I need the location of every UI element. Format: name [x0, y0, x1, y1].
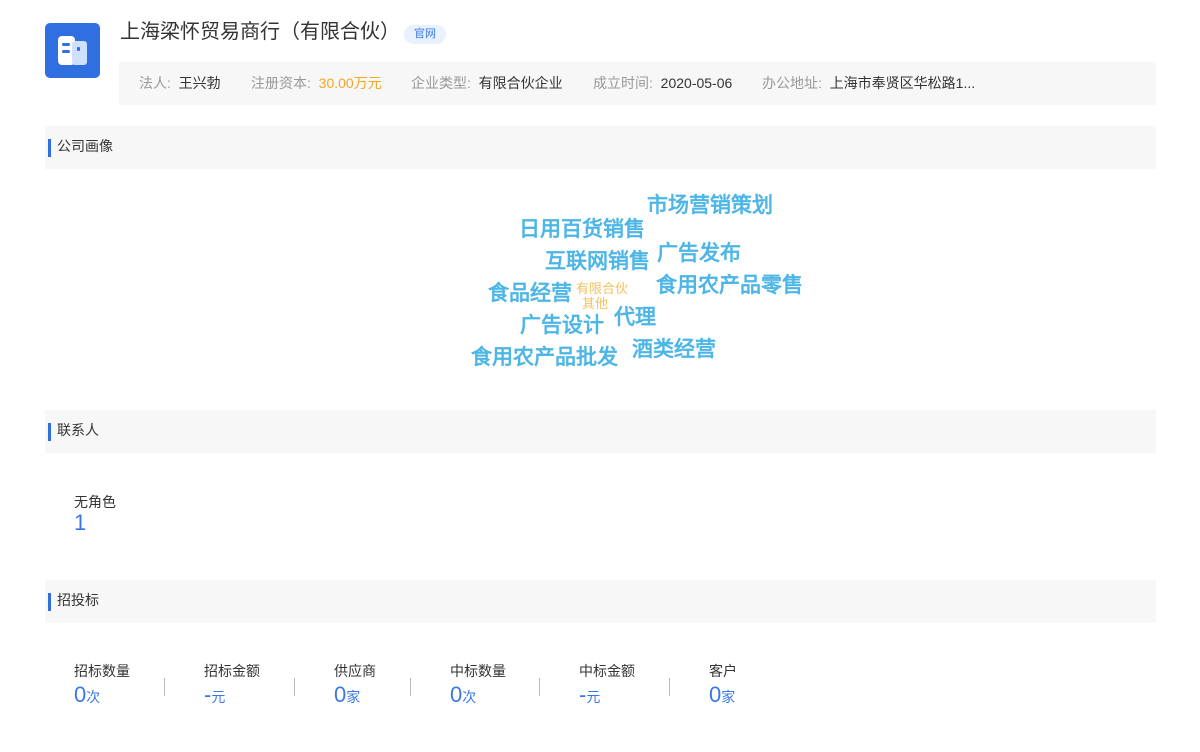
company-name: 上海梁怀贸易商行（有限合伙） [120, 21, 400, 43]
address-value: 上海市奉贤区华松路1... [829, 75, 976, 91]
stat-unit: 元 [211, 689, 226, 705]
stat-customers[interactable]: 客户 0家 [709, 662, 737, 708]
stat-value: 0 [74, 682, 87, 707]
section-header-profile: 公司画像 [45, 126, 1156, 169]
stat-divider [539, 678, 540, 696]
stat-label: 客户 [709, 663, 737, 679]
company-logo [45, 23, 100, 78]
word-cloud-item: 有限合伙 [576, 281, 628, 296]
founded-label: 成立时间: [593, 75, 653, 91]
word-cloud-item: 广告设计 [520, 313, 604, 337]
section-accent-bar [48, 139, 51, 157]
stat-value: 0 [334, 682, 347, 707]
legal-rep-item: 法人: 王兴勃 [139, 62, 221, 105]
word-cloud-item: 市场营销策划 [647, 193, 773, 217]
stat-label: 招标数量 [74, 663, 130, 679]
word-cloud-item: 日用百货销售 [519, 217, 645, 241]
company-info-bar: 法人: 王兴勃 注册资本: 30.00万元 企业类型: 有限合伙企业 成立时间:… [119, 62, 1156, 105]
capital-label: 注册资本: [251, 75, 311, 91]
word-cloud-item: 食品经营 [488, 281, 572, 305]
stat-win-count[interactable]: 中标数量 0次 [450, 662, 506, 708]
word-cloud-item: 代理 [613, 306, 656, 329]
stat-unit: 家 [346, 689, 361, 705]
company-type-item: 企业类型: 有限合伙企业 [411, 62, 563, 105]
section-title-profile: 公司画像 [57, 138, 113, 154]
legal-rep-label: 法人: [139, 75, 171, 91]
capital-item: 注册资本: 30.00万元 [251, 62, 382, 105]
stat-win-amount[interactable]: 中标金额 -元 [579, 662, 635, 708]
section-title-contacts: 联系人 [57, 422, 99, 438]
stat-label: 中标金额 [579, 663, 635, 679]
address-item: 办公地址: 上海市奉贤区华松路1... [762, 62, 975, 105]
building-icon [58, 36, 87, 65]
address-label: 办公地址: [762, 75, 822, 91]
stat-unit: 元 [586, 689, 601, 705]
stat-label: 供应商 [334, 663, 376, 679]
stat-bid-count[interactable]: 招标数量 0次 [74, 662, 130, 708]
stat-divider [669, 678, 670, 696]
contact-role-label: 无角色 [74, 494, 116, 510]
company-type-value: 有限合伙企业 [478, 75, 563, 91]
legal-rep-value[interactable]: 王兴勃 [179, 75, 221, 91]
word-cloud: 市场营销策划 日用百货销售 互联网销售 广告发布 食品经营 有限合伙 其他 食用… [471, 193, 803, 369]
stat-divider [164, 678, 165, 696]
official-website-badge[interactable]: 官网 [404, 25, 446, 44]
company-type-label: 企业类型: [411, 75, 471, 91]
stat-unit: 家 [721, 689, 736, 705]
stat-unit: 次 [86, 689, 101, 705]
stat-label: 中标数量 [450, 663, 506, 679]
stat-value: 0 [450, 682, 463, 707]
section-header-contacts: 联系人 [45, 410, 1156, 453]
stat-unit: 次 [462, 689, 477, 705]
word-cloud-item: 食用农产品零售 [656, 273, 803, 297]
stat-label: 招标金额 [204, 663, 260, 679]
stat-divider [410, 678, 411, 696]
word-cloud-item: 其他 [582, 296, 608, 311]
stat-value: 0 [709, 682, 722, 707]
word-cloud-item: 互联网销售 [545, 249, 650, 273]
stat-bid-amount[interactable]: 招标金额 -元 [204, 662, 260, 708]
founded-item: 成立时间: 2020-05-06 [593, 62, 732, 105]
section-accent-bar [48, 423, 51, 441]
contact-role-count[interactable]: 1 [74, 510, 86, 536]
section-header-bidding: 招投标 [45, 580, 1156, 623]
capital-value: 30.00万元 [318, 75, 382, 91]
word-cloud-item: 广告发布 [657, 241, 741, 265]
word-cloud-item: 酒类经营 [632, 337, 716, 361]
word-cloud-item: 食用农产品批发 [471, 345, 619, 369]
section-accent-bar [48, 593, 51, 611]
section-title-bidding: 招投标 [57, 592, 99, 608]
founded-value: 2020-05-06 [660, 75, 733, 91]
stat-divider [294, 678, 295, 696]
stat-suppliers[interactable]: 供应商 0家 [334, 662, 376, 708]
